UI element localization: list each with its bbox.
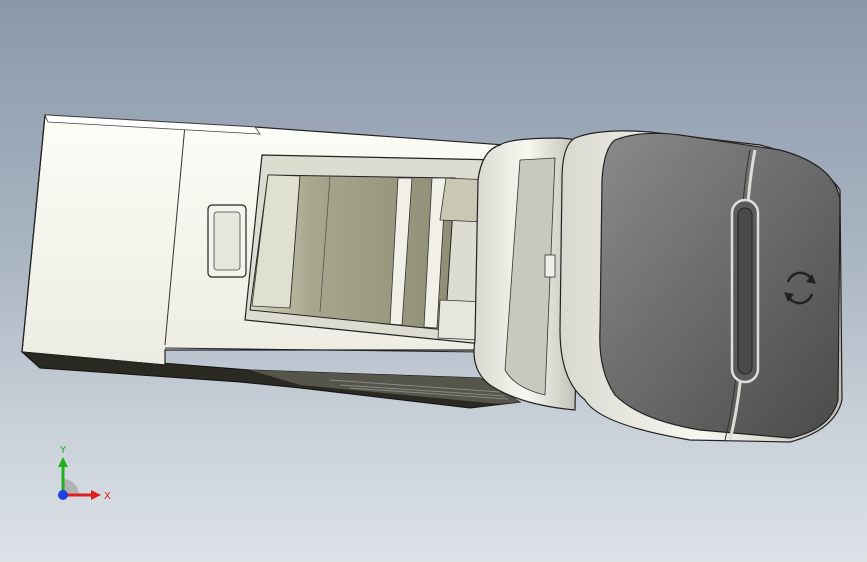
slot-window xyxy=(244,154,501,346)
y-axis-label: Y xyxy=(59,445,67,456)
graphics-viewport[interactable]: Y X xyxy=(0,0,867,562)
coordinate-triad: Y X xyxy=(58,445,111,502)
connector-cap[interactable] xyxy=(473,130,843,443)
x-axis-label: X xyxy=(104,491,111,502)
latch-clip xyxy=(207,204,247,278)
z-axis xyxy=(58,490,68,500)
body-underside xyxy=(20,351,522,409)
3d-model[interactable] xyxy=(0,0,867,562)
